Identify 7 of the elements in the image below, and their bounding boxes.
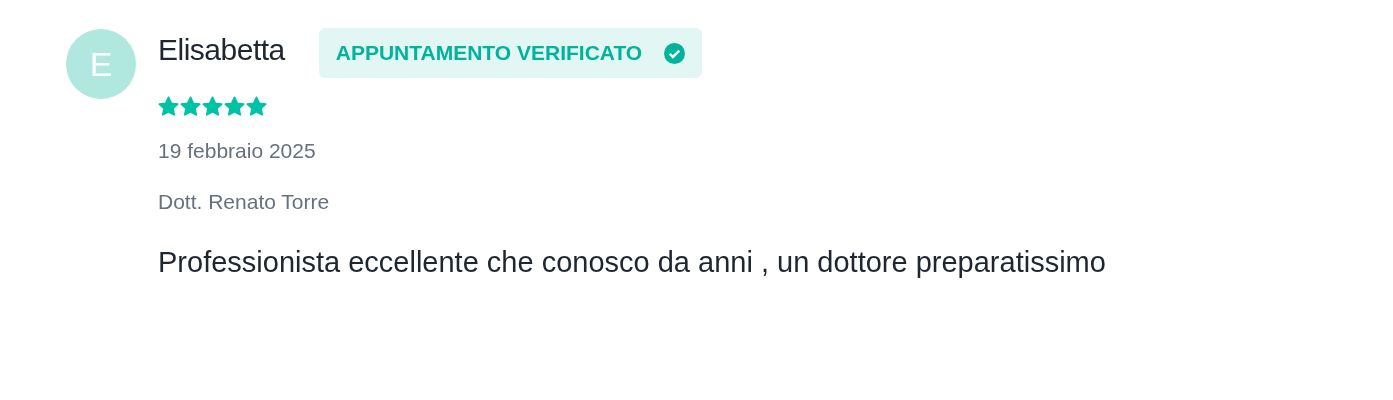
review-text: Professionista eccellente che conosco da anni , un dottore preparatissimo (158, 246, 1106, 279)
verified-badge: APPUNTAMENTO VERIFICATO (318, 28, 703, 78)
author-name: Elisabetta (158, 33, 285, 67)
review-date: 19 febbraio 2025 (158, 139, 317, 163)
avatar: E (66, 29, 136, 99)
check-circle-icon (664, 42, 686, 64)
doctor-name: Dott. Renato Torre (158, 190, 331, 214)
